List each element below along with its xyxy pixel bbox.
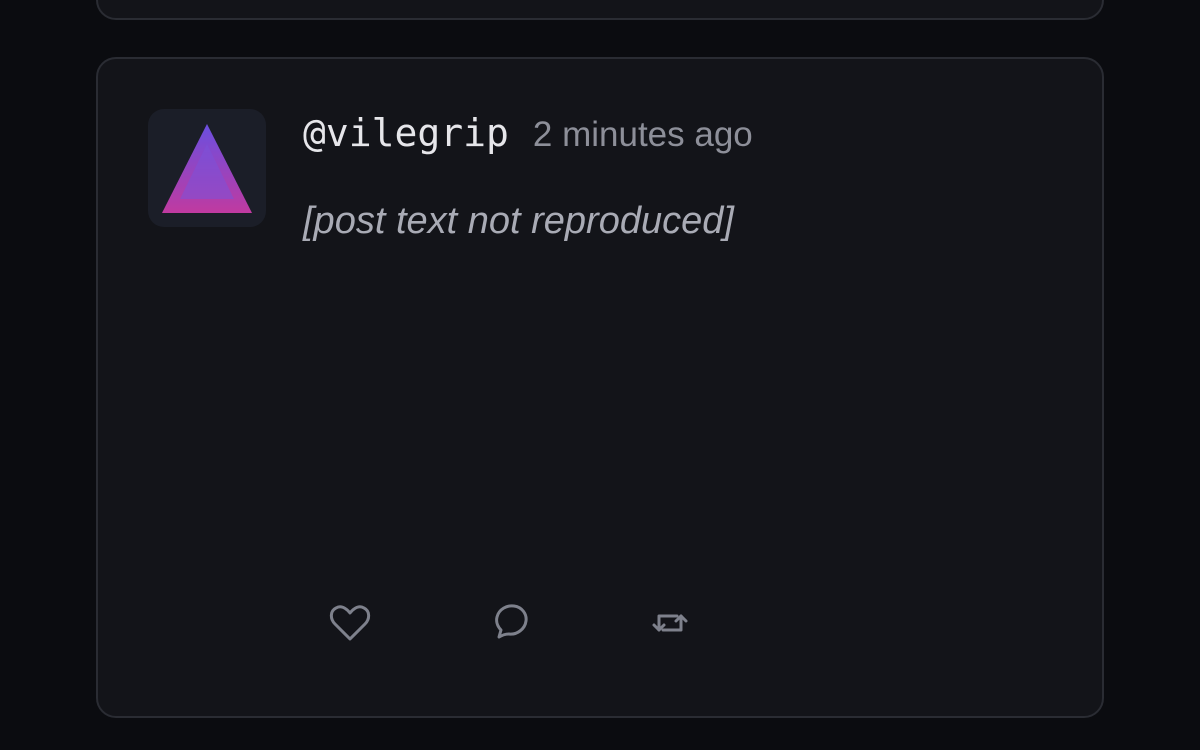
reply-button[interactable] [486, 599, 534, 647]
post-timestamp[interactable]: 2 minutes ago [533, 115, 753, 155]
repost-button[interactable] [646, 599, 694, 647]
avatar[interactable] [148, 109, 266, 227]
post-header: @vilegrip 2 minutes ago [303, 111, 753, 155]
heart-icon [329, 605, 371, 641]
post-body: [post text not reproduced] [303, 200, 734, 242]
post-card: @vilegrip 2 minutes ago [post text not r… [96, 57, 1104, 718]
post-actions [326, 599, 694, 647]
speech-bubble-icon [495, 604, 528, 639]
username-handle[interactable]: @vilegrip [303, 111, 509, 155]
triangle-logo-icon [162, 124, 252, 213]
previous-post-card [96, 0, 1104, 20]
like-button[interactable] [326, 599, 374, 647]
repost-arrows-icon [652, 614, 688, 632]
